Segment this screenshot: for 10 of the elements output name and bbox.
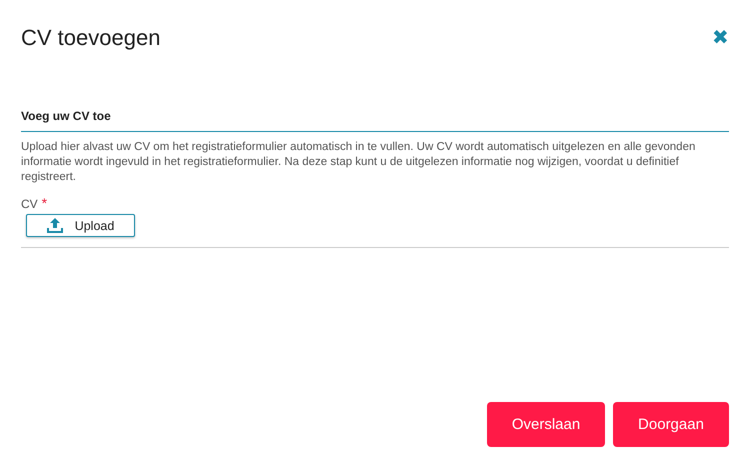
upload-icon [46,218,63,233]
skip-button[interactable]: Overslaan [487,402,605,447]
description-text: Upload hier alvast uw CV om het registratieformulier automatisch in te vullen. Uw CV wordt automatisch uitgelezen en alle gevonden informatie wordt ingevuld in het registratieformulier. Na deze stap kunt u de uitgelezen informatie nog wijzigen, voordat u definitief registreert. [21,140,696,185]
required-mark: * [42,195,48,211]
dialog-title: CV toevoegen [21,25,160,51]
upload-button[interactable]: Upload [26,214,135,237]
section-heading: Voeg uw CV toe [21,109,729,132]
field-label: CV [21,197,38,211]
close-icon[interactable]: ✖ [712,28,729,48]
continue-button[interactable]: Doorgaan [613,402,729,447]
